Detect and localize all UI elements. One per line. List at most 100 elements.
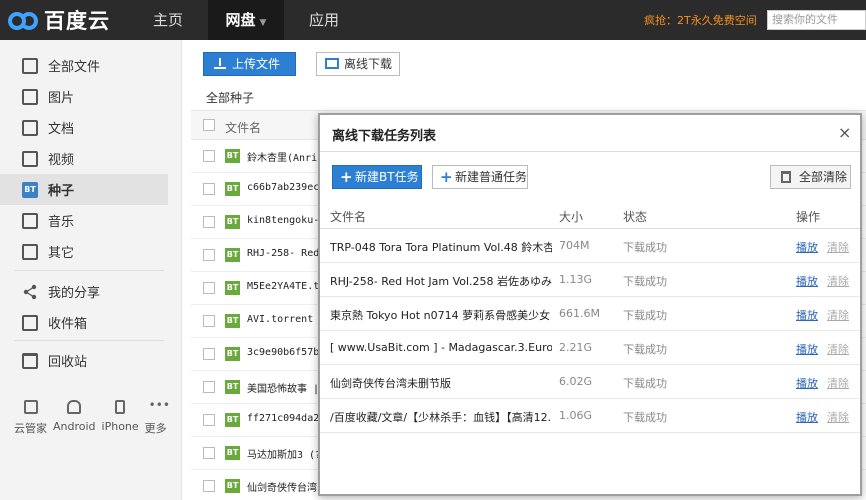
sidebar-item-recycle-bin[interactable]: 回收站 (0, 345, 168, 376)
row-checkbox[interactable] (203, 381, 215, 393)
video-icon (22, 150, 38, 167)
select-all-checkbox[interactable] (203, 119, 215, 131)
clear-link[interactable]: 清除 (827, 239, 849, 255)
row-checkbox[interactable] (203, 348, 215, 360)
clear-link[interactable]: 清除 (827, 409, 849, 425)
task-row: 東京熱 Tokyo Hot n0714 萝莉系骨感美少女 ... 661.6M 下载… (320, 297, 860, 331)
play-link[interactable]: 播放 (796, 375, 818, 391)
file-name[interactable]: 鈴木杏里(Anri (247, 149, 317, 164)
task-size: 1.06G (559, 409, 593, 422)
device-links: 云管家 Android iPhone ••• 更多 (14, 398, 173, 436)
sidebar-item-inbox[interactable]: 收件箱 (0, 307, 168, 338)
play-link[interactable]: 播放 (796, 273, 818, 289)
sidebar-divider (14, 340, 164, 341)
task-size: 661.6M (559, 307, 600, 320)
bt-torrent-icon: BT (225, 380, 240, 394)
new-normal-task-button[interactable]: + 新建普通任务 (432, 165, 528, 189)
cloud-logo-icon (8, 8, 42, 32)
clear-link[interactable]: 清除 (827, 375, 849, 391)
play-link[interactable]: 播放 (796, 409, 818, 425)
sidebar-item-label: 种子 (48, 184, 75, 199)
row-checkbox[interactable] (203, 480, 215, 492)
device-label: Android (53, 420, 96, 433)
nav-netdisk[interactable]: 网盘 ▼ (208, 0, 284, 40)
device-iphone[interactable]: iPhone (102, 400, 139, 436)
promo-link[interactable]: 疯抢：2T永久免费空间 (644, 12, 757, 28)
search-input[interactable]: 搜索你的文件 (767, 10, 866, 30)
sidebar-item-all-files[interactable]: 全部文件 (0, 50, 168, 81)
task-size: 6.02G (559, 375, 593, 388)
new-bt-task-button[interactable]: + 新建BT任务 (332, 165, 422, 189)
bt-torrent-icon: BT (225, 248, 240, 262)
play-link[interactable]: 播放 (796, 341, 818, 357)
row-checkbox[interactable] (203, 249, 215, 261)
main-nav: 主页 网盘 ▼ 应用 (128, 0, 364, 40)
task-size: 1.13G (559, 273, 593, 286)
sidebar-item-images[interactable]: 图片 (0, 81, 168, 112)
sidebar-item-other[interactable]: 其它 (0, 236, 168, 267)
file-name[interactable]: 仙剑奇侠传台湾 (247, 479, 317, 494)
bt-torrent-icon: BT (225, 215, 240, 229)
task-name: [ www.UsaBit.com ] - Madagascar.3.Europe… (330, 341, 552, 354)
bt-torrent-icon: BT (225, 446, 240, 460)
task-status: 下载成功 (623, 411, 667, 424)
row-checkbox[interactable] (203, 414, 215, 426)
file-list-icon (22, 57, 38, 74)
play-link[interactable]: 播放 (796, 239, 818, 255)
sidebar-item-videos[interactable]: 视频 (0, 143, 168, 174)
row-checkbox[interactable] (203, 315, 215, 327)
play-link[interactable]: 播放 (796, 307, 818, 323)
clear-link[interactable]: 清除 (827, 341, 849, 357)
sidebar-item-torrents[interactable]: BT 种子 (0, 174, 168, 205)
row-checkbox[interactable] (203, 183, 215, 195)
upload-button-label: 上传文件 (232, 57, 281, 71)
bt-torrent-icon: BT (225, 281, 240, 295)
android-icon (67, 400, 82, 414)
device-android[interactable]: Android (53, 400, 96, 436)
nav-apps[interactable]: 应用 (284, 0, 364, 40)
top-bar: 百度云 主页 网盘 ▼ 应用 疯抢：2T永久免费空间 搜索你的文件 (0, 0, 866, 40)
offline-download-button[interactable]: 离线下载 (316, 52, 400, 76)
file-name[interactable]: 马达加斯加3 (? (247, 446, 321, 461)
task-row: RHJ-258- Red Hot Jam Vol.258 岩佐あゆみ 1.13G 下… (320, 263, 860, 297)
upload-button[interactable]: 上传文件 (203, 52, 296, 76)
file-name[interactable]: AVI.torrent (247, 314, 313, 325)
clear-all-button[interactable]: 全部清除 (770, 165, 851, 189)
task-row: TRP-048 Tora Tora Platinum Vol.48 鈴木杏里..… (320, 229, 860, 263)
sidebar-item-documents[interactable]: 文档 (0, 112, 168, 143)
close-icon[interactable]: × (838, 123, 851, 142)
device-cloud-manager[interactable]: 云管家 (14, 400, 47, 436)
image-icon (22, 88, 38, 105)
device-more[interactable]: ••• 更多 (145, 398, 170, 436)
task-row: /百度收藏/文章/【少林杀手：血钱】【高清12... 1.06G 下载成功 播放 清除 (320, 399, 860, 433)
sidebar-item-my-shares[interactable]: 我的分享 (0, 276, 168, 307)
sidebar-divider (14, 270, 164, 271)
task-status: 下载成功 (623, 377, 667, 390)
bt-torrent-icon: BT (225, 413, 240, 427)
sidebar-item-label: 文档 (48, 122, 75, 137)
clear-link[interactable]: 清除 (827, 307, 849, 323)
file-name[interactable]: 美国恐怖故事 | (247, 380, 319, 395)
document-icon (22, 119, 38, 136)
device-label: iPhone (101, 420, 139, 433)
task-status: 下载成功 (623, 343, 667, 356)
row-checkbox[interactable] (203, 282, 215, 294)
task-status: 下载成功 (623, 309, 667, 322)
row-checkbox[interactable] (203, 150, 215, 162)
row-checkbox[interactable] (203, 447, 215, 459)
clear-link[interactable]: 清除 (827, 273, 849, 289)
task-size: 2.21G (559, 341, 593, 354)
task-size: 704M (559, 239, 590, 252)
baidu-cloud-logo[interactable]: 百度云 (8, 6, 110, 34)
row-checkbox[interactable] (203, 216, 215, 228)
task-name: RHJ-258- Red Hot Jam Vol.258 岩佐あゆみ (330, 275, 552, 288)
inbox-icon (22, 314, 38, 331)
sidebar-item-music[interactable]: 音乐 (0, 205, 168, 236)
task-status: 下载成功 (623, 275, 667, 288)
more-dots-icon: ••• (148, 398, 170, 412)
nav-home[interactable]: 主页 (128, 0, 208, 40)
task-column-action: 操作 (796, 210, 821, 224)
task-row: 仙剑奇侠传台湾未删节版 6.02G 下载成功 播放 清除 (320, 365, 860, 399)
sidebar: 全部文件 图片 文档 视频 BT 种子 音乐 其它 我的分享 收件箱 回收站 云… (0, 40, 182, 500)
column-header-name[interactable]: 文件名 (225, 119, 261, 136)
